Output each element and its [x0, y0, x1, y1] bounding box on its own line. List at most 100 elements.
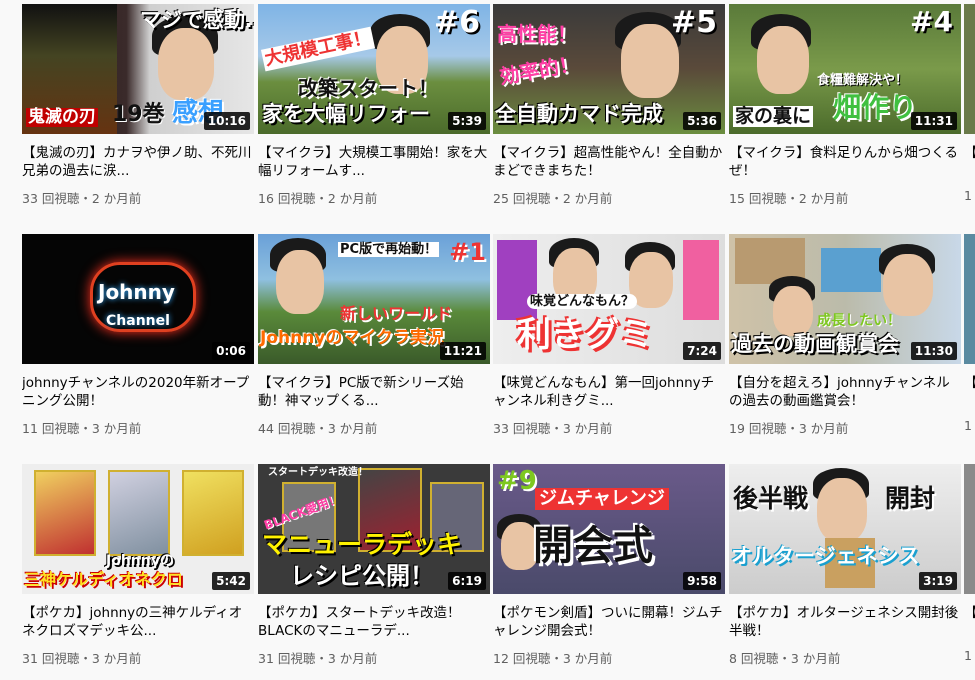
duration-badge: 3:19 [919, 572, 957, 590]
duration-badge: 9:58 [683, 572, 721, 590]
duration-badge: 10:16 [203, 112, 250, 130]
video-card[interactable]: Johnnyの 三神ケルディオネクロ 5:42 【ポケカ】johnnyの三神ケル… [22, 464, 254, 667]
video-meta: 12 回視聴・3 か月前 [493, 651, 613, 666]
thumb-text-accent: レシピ公開！ [290, 562, 434, 590]
video-thumbnail[interactable]: #4 食糧難解決や！ 家の裏に 畑作り 11:31 [729, 4, 961, 134]
video-card-partial[interactable]: 【宝 1 [964, 4, 975, 203]
video-card-partial[interactable]: 【 1 [964, 464, 975, 663]
video-title[interactable]: 【マイクラ】超高性能やん！全自動かまどできまちた！ [493, 144, 725, 180]
video-title[interactable]: 【マイクラ】食料足りんから畑つくるぜ！ [729, 144, 961, 180]
thumb-text-accent: 新しいワールド [340, 304, 453, 323]
video-title[interactable]: 【鬼滅の刃】カナヲや伊ノ助、不死川兄弟の過去に涙... [22, 144, 254, 180]
person-face [773, 286, 813, 336]
thumb-number: #5 [670, 5, 717, 40]
video-meta: 31 回視聴・3 か月前 [22, 651, 142, 666]
video-thumbnail[interactable]: #9 ジムチャレンジ 開会式 9:58 [493, 464, 725, 594]
duration-badge: 7:24 [683, 342, 721, 360]
video-meta: 8 回視聴・3 か月前 [729, 651, 841, 666]
thumb-text-main: オルタージェネシス [731, 544, 920, 568]
thumb-text-accent: 畑作り [833, 91, 918, 124]
person-face [158, 28, 214, 100]
thumb-text-top: PC版で再始動！ [338, 242, 440, 257]
video-title[interactable]: 【マイクラ】PC版で新シリーズ始動！神マップくる... [258, 374, 490, 410]
video-card[interactable]: PC版で再始動！ #1 新しいワールド Johnnyのマイクラ実況 11:21 … [258, 234, 490, 437]
thumb-text-accent: 成長したい！ [817, 313, 901, 329]
thumb-text-main: 過去の動画観賞会 [731, 332, 899, 356]
video-card[interactable]: マジで感動… 鬼滅の刃 19巻 感想 10:16 【鬼滅の刃】カナヲや伊ノ助、不… [22, 4, 254, 207]
video-meta: 15 回視聴・2 か月前 [729, 191, 849, 206]
video-card[interactable]: #9 ジムチャレンジ 開会式 9:58 【ポケモン剣盾】ついに開幕！ジムチャレン… [493, 464, 725, 667]
duration-badge: 5:42 [212, 572, 250, 590]
video-card-partial[interactable]: 【仲 1 [964, 234, 975, 433]
video-title[interactable]: johnnyチャンネルの2020年新オープニング公開！ [22, 374, 254, 410]
video-meta: 11 回視聴・3 か月前 [22, 421, 142, 436]
thumb-text-top: 味覚どんなもん？ [527, 294, 638, 309]
video-thumbnail[interactable]: スタートデッキ改造！ BLACK愛用！ マニューラデッキ レシピ公開！ 6:19 [258, 464, 490, 594]
video-thumbnail[interactable]: 後半戦 開封 オルタージェネシス 3:19 [729, 464, 961, 594]
thumb-text-top: 高性能！ [497, 22, 577, 46]
thumb-text-main: 家の裏に [733, 105, 814, 127]
video-thumbnail[interactable] [964, 234, 975, 364]
candy-package-image [683, 240, 719, 320]
video-thumbnail[interactable]: 成長したい！ 過去の動画観賞会 11:30 [729, 234, 961, 364]
video-card[interactable]: 成長したい！ 過去の動画観賞会 11:30 【自分を超えろ】johnnyチャンネ… [729, 234, 961, 437]
video-meta: 19 回視聴・3 か月前 [729, 421, 849, 436]
video-title[interactable]: 【宝 [964, 144, 975, 180]
video-grid: マジで感動… 鬼滅の刃 19巻 感想 10:16 【鬼滅の刃】カナヲや伊ノ助、不… [0, 0, 975, 680]
duration-badge: 11:21 [439, 342, 486, 360]
video-thumbnail[interactable]: #6 大規模工事！ 改築スタート！ 家を大幅リフォー 5:39 [258, 4, 490, 134]
video-card[interactable]: 味覚どんなもん？ 利きグミ 7:24 【味覚どんなもん】第一回johnnyチャン… [493, 234, 725, 437]
video-title[interactable]: 【マイクラ】大規模工事開始！家を大幅リフォームす... [258, 144, 490, 180]
duration-badge: 5:39 [448, 112, 486, 130]
video-meta: 1 [964, 648, 972, 663]
thumb-text-main: 19巻 [112, 102, 165, 127]
video-thumbnail[interactable] [964, 464, 975, 594]
video-thumbnail[interactable]: Johnny Channel 0:06 [22, 234, 254, 364]
video-title[interactable]: 【ポケカ】スタートデッキ改造！BLACKのマニューラデ... [258, 604, 490, 640]
thumb-text-top: Johnnyの [106, 553, 174, 569]
video-card[interactable]: #5 高性能！ 効率的！ 全自動カマド完成 5:36 【マイクラ】超高性能やん！… [493, 4, 725, 207]
thumb-text-main: 全自動カマド完成 [495, 102, 663, 126]
video-title[interactable]: 【仲 [964, 374, 975, 410]
video-card[interactable]: 後半戦 開封 オルタージェネシス 3:19 【ポケカ】オルタージェネシス開封後半… [729, 464, 961, 667]
thumb-text-red: 鬼滅の刃 [26, 107, 98, 127]
video-title[interactable]: 【ポケモン剣盾】ついに開幕！ジムチャレンジ開会式！ [493, 604, 725, 640]
duration-badge: 0:06 [212, 342, 250, 360]
video-title[interactable]: 【味覚どんなもん】第一回johnnyチャンネル利きグミ... [493, 374, 725, 410]
thumb-text-accent: ジムチャレンジ [535, 488, 669, 510]
video-thumbnail[interactable]: マジで感動… 鬼滅の刃 19巻 感想 10:16 [22, 4, 254, 134]
thumb-text-accent: Channel [106, 313, 170, 329]
video-thumbnail[interactable] [964, 4, 975, 134]
duration-badge: 11:31 [910, 112, 957, 130]
video-meta: 16 回視聴・2 か月前 [258, 191, 378, 206]
thumb-text-main: 改築スタート！ [298, 76, 438, 100]
pokemon-card-image [182, 470, 244, 556]
thumb-text-small: スタートデッキ改造！ [268, 467, 368, 478]
video-card[interactable]: #6 大規模工事！ 改築スタート！ 家を大幅リフォー 5:39 【マイクラ】大規… [258, 4, 490, 207]
thumb-text-main: マニューラデッキ [262, 530, 463, 559]
thumb-text-main: Johnny [98, 280, 175, 304]
video-meta: 1 [964, 418, 972, 433]
video-thumbnail[interactable]: #5 高性能！ 効率的！ 全自動カマド完成 5:36 [493, 4, 725, 134]
video-thumbnail[interactable]: Johnnyの 三神ケルディオネクロ 5:42 [22, 464, 254, 594]
video-title[interactable]: 【ポケカ】オルタージェネシス開封後半戦！ [729, 604, 961, 640]
duration-badge: 6:19 [448, 572, 486, 590]
screen-image [821, 248, 881, 292]
video-card[interactable]: Johnny Channel 0:06 johnnyチャンネルの2020年新オー… [22, 234, 254, 437]
video-meta: 33 回視聴・3 か月前 [493, 421, 613, 436]
video-title[interactable]: 【 [964, 604, 975, 640]
thumb-number: #9 [497, 466, 537, 496]
person-face [883, 254, 933, 316]
video-thumbnail[interactable]: PC版で再始動！ #1 新しいワールド Johnnyのマイクラ実況 11:21 [258, 234, 490, 364]
thumb-text-accent: 効率的！ [497, 51, 581, 89]
video-thumbnail[interactable]: 味覚どんなもん？ 利きグミ 7:24 [493, 234, 725, 364]
duration-badge: 5:36 [683, 112, 721, 130]
thumb-text-top: 食糧難解決や！ [817, 73, 909, 88]
video-card[interactable]: スタートデッキ改造！ BLACK愛用！ マニューラデッキ レシピ公開！ 6:19… [258, 464, 490, 667]
thumb-number: #1 [449, 238, 486, 266]
video-title[interactable]: 【自分を超えろ】johnnyチャンネルの過去の動画鑑賞会！ [729, 374, 961, 410]
duration-badge: 11:30 [910, 342, 957, 360]
video-title[interactable]: 【ポケカ】johnnyの三神ケルディオネクロズマデッキ公... [22, 604, 254, 640]
video-card[interactable]: #4 食糧難解決や！ 家の裏に 畑作り 11:31 【マイクラ】食料足りんから畑… [729, 4, 961, 207]
person-face [757, 26, 809, 94]
